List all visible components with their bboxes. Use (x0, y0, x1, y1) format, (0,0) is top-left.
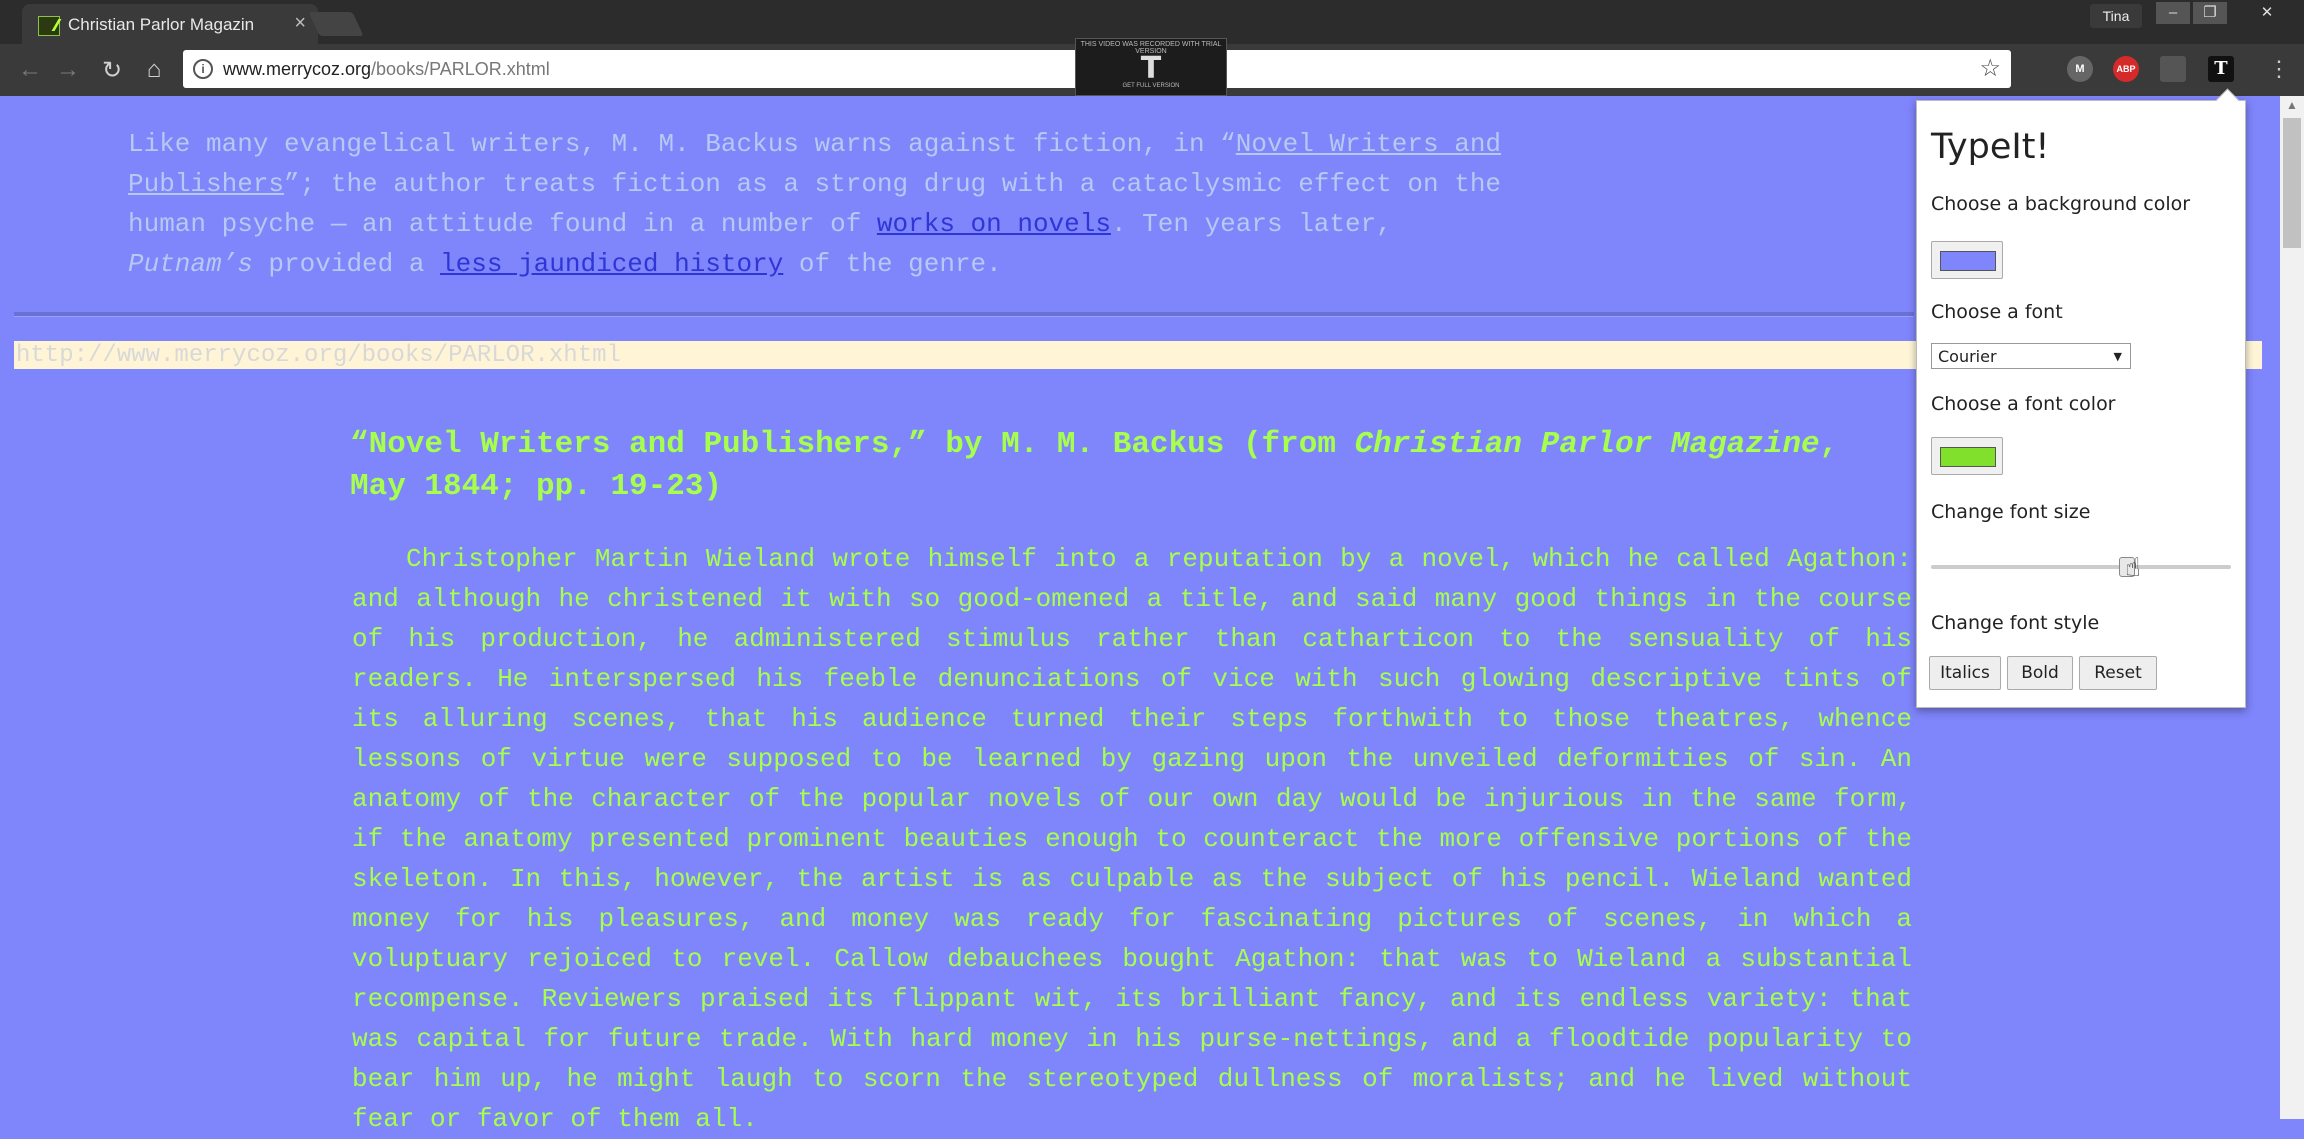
tab-title: Christian Parlor Magazin (68, 15, 255, 34)
site-favicon-icon (38, 16, 60, 36)
font-color-picker[interactable] (1931, 437, 2003, 475)
minimize-button[interactable]: – (2156, 2, 2190, 24)
site-info-icon[interactable]: i (193, 59, 213, 79)
adblock-icon[interactable]: ABP (2113, 56, 2139, 82)
intro-text-4: provided a (252, 249, 441, 279)
italics-button[interactable]: Italics (1929, 656, 2001, 690)
source-url: http://www.merrycoz.org/books/PARLOR.xht… (16, 342, 621, 369)
font-select[interactable]: Courier ▼ (1931, 343, 2131, 369)
watermark-logo: T (1140, 51, 1162, 86)
bg-color-picker[interactable] (1931, 241, 2003, 279)
recording-watermark: THIS VIDEO WAS RECORDED WITH TRIAL VERSI… (1075, 38, 1227, 96)
reload-icon[interactable]: ↻ (96, 56, 128, 85)
font-color-label: Choose a font color (1931, 393, 2116, 415)
horizontal-rule (14, 312, 1914, 317)
watermark-bottom-text: GET FULL VERSION (1122, 83, 1180, 89)
browser-menu-icon[interactable]: ⋮ (2268, 56, 2290, 82)
intro-putnams: Putnam’s (128, 249, 253, 279)
hand-cursor-icon: ☝ (2125, 553, 2141, 583)
intro-text-1: Like many evangelical writers, M. M. Bac… (128, 129, 1236, 159)
profile-button[interactable]: Tina (2090, 4, 2142, 28)
page-scrollbar[interactable]: ▲ (2280, 96, 2304, 1119)
url-domain: www.merrycoz.org (223, 59, 372, 79)
scrollbar-thumb[interactable] (2283, 118, 2301, 248)
intro-paragraph: Like many evangelical writers, M. M. Bac… (128, 124, 1528, 284)
extension-pdf-icon[interactable] (2160, 56, 2186, 82)
heading-text-1: “Novel Writers and Publishers,” by M. M.… (350, 427, 1355, 462)
heading-magazine: Christian Parlor Magazine (1354, 427, 1820, 462)
extension-m-icon[interactable]: M (2067, 56, 2093, 82)
bg-color-swatch (1940, 251, 1996, 271)
article-heading: “Novel Writers and Publishers,” by M. M.… (350, 424, 1850, 508)
font-style-label: Change font style (1931, 612, 2100, 634)
url-path: /books/PARLOR.xhtml (371, 59, 550, 79)
bg-color-label: Choose a background color (1931, 193, 2191, 215)
font-size-label: Change font size (1931, 501, 2091, 523)
maximize-button[interactable]: ❐ (2193, 2, 2227, 24)
article-body: Christopher Martin Wieland wrote himself… (352, 544, 1912, 1134)
link-less-jaundiced-history[interactable]: less jaundiced history (440, 249, 783, 279)
intro-text-5: of the genre. (783, 249, 1002, 279)
font-color-swatch (1940, 447, 1996, 467)
back-icon[interactable]: ← (14, 56, 46, 84)
address-url[interactable]: www.merrycoz.org/books/PARLOR.xhtml (223, 59, 550, 80)
font-size-slider[interactable] (1931, 557, 2231, 577)
link-works-on-novels[interactable]: works on novels (877, 209, 1111, 239)
close-window-button[interactable]: ✕ (2250, 2, 2284, 24)
dropdown-arrow-icon: ▼ (2113, 350, 2122, 363)
typeit-extension-icon[interactable]: T (2208, 56, 2234, 82)
scroll-up-icon[interactable]: ▲ (2280, 98, 2304, 112)
tab-close-icon[interactable]: × (294, 12, 306, 35)
bold-button[interactable]: Bold (2007, 656, 2073, 690)
forward-icon[interactable]: → (52, 56, 84, 84)
font-label: Choose a font (1931, 301, 2063, 323)
bookmark-star-icon[interactable]: ☆ (1979, 54, 2001, 83)
browser-tab[interactable]: Christian Parlor Magazin × (22, 4, 318, 44)
popup-title: TypeIt! (1931, 127, 2050, 167)
typeit-popup: TypeIt! Choose a background color Choose… (1916, 88, 2246, 708)
reset-button[interactable]: Reset (2079, 656, 2157, 690)
intro-text-3: . Ten years later, (1110, 209, 1392, 239)
font-select-value: Courier (1938, 347, 1997, 366)
home-icon[interactable]: ⌂ (138, 56, 170, 84)
